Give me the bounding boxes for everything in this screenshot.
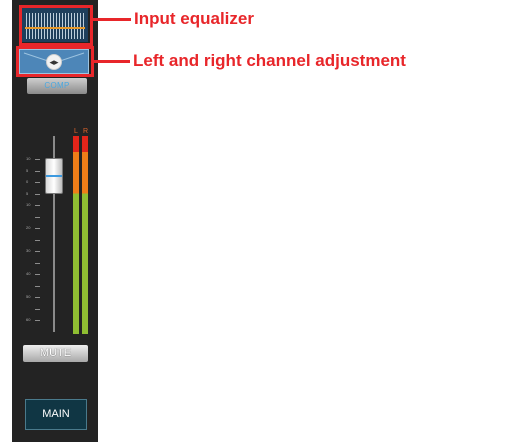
fader-scale-label: 20 (26, 225, 31, 230)
fader-scale-tick (35, 297, 40, 298)
fader-scale-tick (35, 308, 40, 310)
level-meter-right (82, 136, 88, 334)
fader-scale-label: 40 (26, 271, 31, 276)
fader-scale-mark: 50 (26, 293, 48, 301)
fader-scale-tick (35, 274, 40, 275)
fader-scale-label: 60 (26, 317, 31, 322)
pan-callout-box (16, 46, 94, 77)
fader-scale-label: 10 (26, 156, 31, 161)
fader-scale-mark (26, 259, 48, 267)
pan-callout-line (94, 60, 130, 63)
fader-scale-tick (35, 262, 40, 264)
input-eq-callout-label: Input equalizer (134, 9, 254, 28)
fader-scale-mark: 60 (26, 316, 48, 324)
fader-scale-tick (35, 193, 40, 195)
fader-scale-label: 10 (26, 202, 31, 207)
fader-scale-tick (35, 239, 40, 241)
fader-scale-tick (35, 285, 40, 287)
fader-scale-tick (35, 170, 40, 172)
fader-scale-mark: 30 (26, 247, 48, 255)
fader-scale-tick (35, 228, 40, 229)
main-button[interactable]: MAIN (25, 399, 87, 430)
fader-scale-label: 5 (26, 190, 29, 196)
fader-scale-tick (35, 205, 40, 206)
fader-scale-tick (35, 159, 40, 160)
fader-scale-mark: 20 (26, 224, 48, 232)
fader-scale-label: 30 (26, 248, 31, 253)
meter-label-right: R (83, 128, 89, 135)
fader-scale-mark (26, 305, 48, 313)
fader-scale-label: 50 (26, 294, 31, 299)
fader-handle-indicator (46, 175, 62, 177)
mute-button[interactable]: MUTE (23, 345, 88, 362)
meter-label-left: L (74, 128, 78, 135)
input-eq-callout-box (19, 5, 93, 46)
fader-scale-label: 5 (26, 167, 29, 173)
fader-scale-tick (35, 320, 40, 321)
fader-scale-tick (35, 182, 40, 183)
fader-scale-mark (26, 213, 48, 221)
fader-scale-label: 0 (26, 179, 29, 184)
fader-scale-mark: 40 (26, 270, 48, 278)
level-meter-left (73, 136, 79, 334)
fader-scale-mark (26, 282, 48, 290)
fader-scale-mark (26, 236, 48, 244)
fader-handle[interactable] (45, 158, 63, 194)
fader-scale-mark: 10 (26, 201, 48, 209)
pan-callout-label: Left and right channel adjustment (133, 51, 406, 70)
input-eq-callout-line (93, 18, 131, 21)
comp-button[interactable]: COMP (27, 78, 87, 94)
fader-scale-tick (35, 216, 40, 218)
fader-scale-tick (35, 251, 40, 252)
